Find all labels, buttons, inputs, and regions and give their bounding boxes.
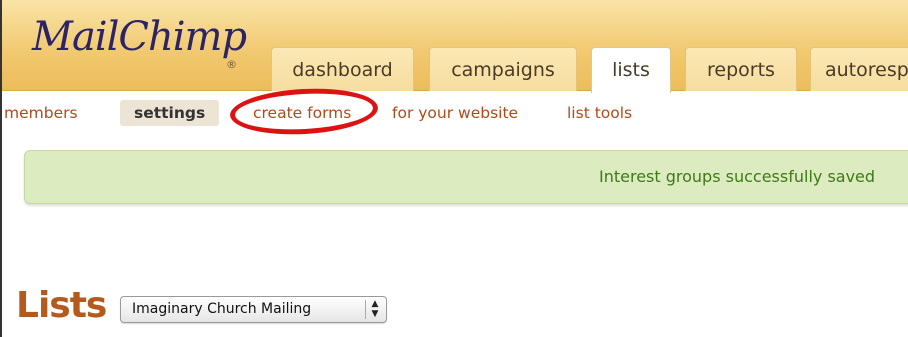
header-bar: MailChimp ® dashboard campaigns lists re… — [2, 0, 908, 93]
tab-campaigns[interactable]: campaigns — [429, 47, 577, 91]
subnav-for-your-website-link[interactable]: for your website — [392, 100, 518, 126]
tab-autoresponders[interactable]: autoresp — [810, 47, 908, 91]
tab-dashboard[interactable]: dashboard — [271, 47, 414, 91]
success-alert-message: Interest groups successfully saved — [599, 167, 876, 186]
registered-mark: ® — [226, 58, 237, 71]
list-select-value: Imaginary Church Mailing — [132, 301, 312, 317]
select-divider — [365, 300, 366, 319]
tab-reports[interactable]: reports — [685, 47, 797, 91]
app-window: MailChimp ® dashboard campaigns lists re… — [0, 0, 908, 337]
page-title: Lists — [16, 285, 107, 326]
subnav-settings-link[interactable]: settings — [120, 100, 220, 126]
tab-lists[interactable]: lists — [591, 47, 671, 93]
red-highlight-circle — [228, 85, 380, 138]
mailchimp-logo[interactable]: MailChimp — [32, 14, 247, 60]
subnav-members-link[interactable]: members — [4, 100, 78, 126]
subnav-list-tools-link[interactable]: list tools — [567, 100, 632, 126]
select-arrows-icon: ▲ ▼ — [371, 299, 379, 319]
list-select-dropdown[interactable]: Imaginary Church Mailing ▲ ▼ — [120, 296, 387, 323]
